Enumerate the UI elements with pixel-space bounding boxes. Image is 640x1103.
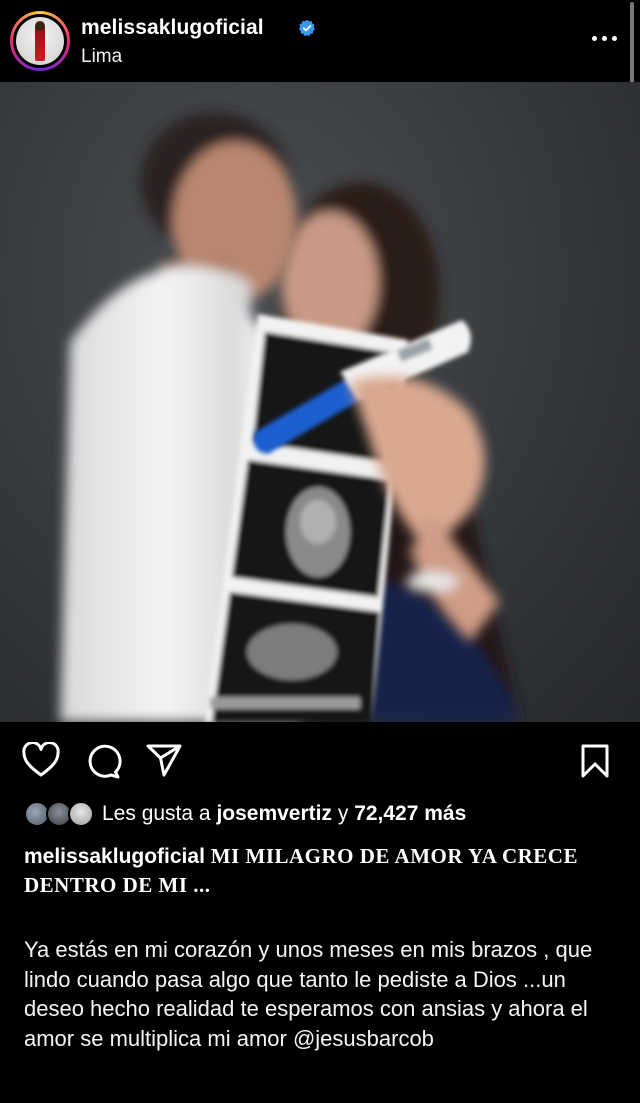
verified-badge-icon (298, 19, 315, 37)
bookmark-outline-icon[interactable] (580, 743, 610, 779)
likes-text: Les gusta a josemvertiz y 72,427 más (102, 802, 466, 826)
paper-plane-icon[interactable] (145, 742, 183, 778)
liker-avatars (24, 801, 94, 827)
caption-body: Ya estás en mi corazón y unos meses en m… (24, 937, 593, 1051)
likes-prefix: Les gusta a (102, 802, 211, 825)
liker-username[interactable]: josemvertiz (216, 802, 332, 825)
likes-count[interactable]: 72,427 más (354, 802, 466, 825)
more-options-icon[interactable] (592, 36, 618, 44)
comment-bubble-icon[interactable] (84, 742, 122, 780)
post-action-bar (0, 722, 640, 800)
caption-header: melissaklugoficial MI MILAGRO DE AMOR YA… (24, 842, 616, 900)
profile-avatar[interactable] (10, 11, 70, 71)
post-image[interactable] (0, 82, 640, 722)
avatar-image (16, 17, 64, 65)
likes-connector: y (337, 802, 349, 825)
post-header: melissaklugoficial Lima (0, 0, 640, 82)
post-username[interactable]: melissaklugoficial (81, 16, 264, 40)
scrollbar[interactable] (630, 2, 634, 92)
caption-username[interactable]: melissaklugoficial (24, 845, 205, 868)
heart-outline-icon[interactable] (22, 742, 60, 778)
likes-row[interactable]: Les gusta a josemvertiz y 72,427 más (24, 798, 466, 830)
liker-avatar (68, 801, 94, 827)
post-location[interactable]: Lima (81, 46, 122, 68)
post-photo-illustration (60, 112, 520, 722)
